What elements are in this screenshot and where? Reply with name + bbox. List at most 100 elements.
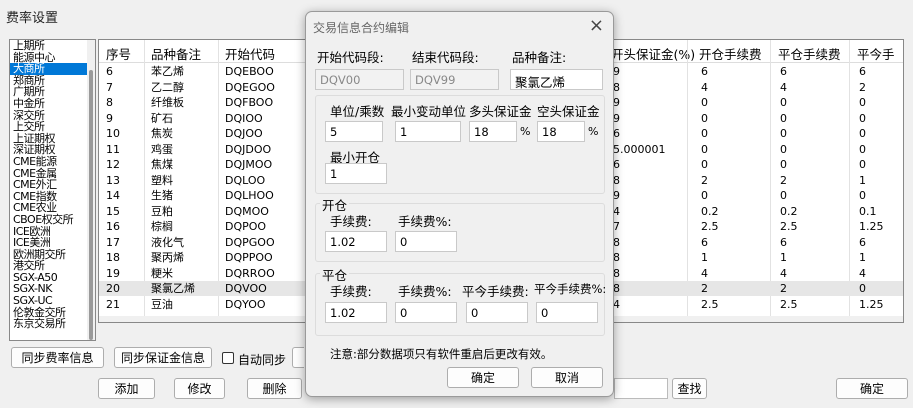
table-cell: 9 (613, 189, 620, 202)
table-cell: 2.5 (701, 220, 719, 233)
unit-field[interactable]: 5 (325, 121, 383, 142)
remark-field[interactable]: 聚氯乙烯 (510, 69, 603, 90)
table-cell: 8 (613, 173, 620, 187)
table-cell: 0 (859, 189, 866, 202)
start-code-field[interactable]: DQV00 (315, 69, 404, 90)
column-header[interactable]: 开仓手续费 (699, 44, 762, 63)
exchange-list-scrollbar[interactable] (87, 40, 95, 340)
table-cell: 4 (613, 297, 620, 311)
open-fee-field[interactable]: 1.02 (325, 231, 387, 252)
table-cell: 6 (613, 158, 620, 171)
column-header[interactable]: 开始代码 (225, 44, 275, 63)
sync-margin-button[interactable]: 同步保证金信息 (114, 347, 212, 368)
table-cell: DQPOO (225, 220, 267, 233)
table-cell: DQEBOO (225, 65, 274, 78)
column-header[interactable]: 平今手 (857, 44, 895, 63)
table-cell: 2.5 (780, 297, 798, 311)
table-cell: 2 (780, 282, 787, 295)
dialog-cancel-button[interactable]: 取消 (531, 367, 603, 388)
table-cell: 2 (859, 80, 866, 94)
table-cell: 0 (780, 158, 787, 171)
table-cell: 0 (859, 96, 866, 109)
modify-button[interactable]: 修改 (174, 378, 225, 399)
open-fee-pct-field[interactable]: 0 (395, 231, 457, 252)
tick-field[interactable]: 1 (395, 121, 461, 142)
open-fee-label: 手续费: (330, 214, 372, 229)
table-cell: 11 (106, 142, 120, 156)
close-icon[interactable]: × (589, 15, 604, 36)
table-cell: DQLHOO (225, 189, 274, 202)
tick-label: 最小变动单位 (391, 104, 467, 119)
exchange-list-item[interactable]: CBOE权交所 (10, 214, 95, 226)
scrollbar-thumb[interactable] (89, 70, 93, 340)
table-cell: 15 (106, 204, 120, 218)
table-cell: 9 (106, 111, 113, 125)
delete-button[interactable]: 删除 (247, 378, 302, 399)
close-fee-pct-field[interactable]: 0 (395, 302, 457, 323)
table-cell: 5.000001 (613, 142, 666, 156)
table-cell: 1.25 (859, 220, 884, 233)
exchange-list-item[interactable]: ICE美洲 (10, 237, 95, 249)
table-cell: 0 (780, 189, 787, 202)
table-cell: 0 (701, 142, 708, 156)
table-cell: 6 (859, 65, 866, 78)
table-cell: 7 (106, 80, 113, 94)
exchange-list-item[interactable]: SGX-UC (10, 295, 95, 307)
table-cell: DQLOO (225, 173, 266, 187)
short-margin-field[interactable]: 18 (537, 121, 585, 142)
add-button[interactable]: 添加 (98, 378, 155, 399)
table-cell: 4 (859, 266, 866, 280)
exchange-list-item[interactable]: 上期所 (10, 40, 95, 52)
exchange-list-item[interactable]: CME能源 (10, 156, 95, 168)
table-cell: 0 (859, 142, 866, 156)
restart-note: 注意:部分数据项只有软件重启后更改有效。 (330, 347, 553, 361)
min-open-field[interactable]: 1 (325, 163, 387, 184)
table-cell: 9 (613, 96, 620, 109)
column-header[interactable]: 平仓手续费 (778, 44, 841, 63)
long-margin-label: 多头保证金 (469, 104, 532, 119)
table-cell: 4 (701, 80, 708, 94)
column-header[interactable]: 品种备注 (151, 44, 201, 63)
table-cell: 20 (106, 282, 120, 295)
table-cell: 6 (780, 235, 787, 249)
end-code-field[interactable]: DQV99 (410, 69, 499, 90)
table-cell: 6 (613, 127, 620, 140)
close-today-fee-pct-field[interactable]: 0 (536, 302, 598, 323)
table-cell: 0 (780, 96, 787, 109)
find-button[interactable]: 查找 (672, 378, 707, 399)
exchange-list-item[interactable]: CME外汇 (10, 179, 95, 191)
table-cell: 塑料 (151, 173, 173, 187)
table-cell: 8 (613, 266, 620, 280)
sync-fee-button[interactable]: 同步费率信息 (11, 347, 104, 368)
close-fee-field[interactable]: 1.02 (325, 302, 387, 323)
percent-sign: % (588, 125, 599, 138)
table-cell: DQIOO (225, 111, 263, 125)
exchange-list-item[interactable]: 东京交易所 (10, 318, 95, 330)
ok-button[interactable]: 确定 (836, 378, 908, 399)
search-input[interactable] (614, 378, 668, 399)
table-cell: 0.2 (701, 204, 719, 218)
exchange-list-item[interactable]: 上交所 (10, 121, 95, 133)
close-today-fee-field[interactable]: 0 (466, 302, 528, 323)
table-cell: 2.5 (780, 220, 798, 233)
table-cell: 0 (859, 127, 866, 140)
table-cell: 1 (780, 251, 787, 264)
table-cell: 1 (859, 251, 866, 264)
auto-sync-checkbox[interactable] (222, 352, 234, 364)
column-header[interactable]: 序号 (106, 44, 131, 63)
long-margin-field[interactable]: 18 (469, 121, 517, 142)
exchange-list-item[interactable]: 中金所 (10, 98, 95, 110)
dialog-ok-button[interactable]: 确定 (447, 367, 519, 388)
table-cell: 0 (780, 111, 787, 125)
column-header[interactable]: 开头保证金(%) (611, 44, 695, 63)
table-cell: 0 (780, 127, 787, 140)
table-cell: 0 (859, 158, 866, 171)
table-cell: 鸡蛋 (151, 142, 173, 156)
percent-sign: % (520, 125, 531, 138)
table-cell: DQPPOO (225, 251, 273, 264)
exchange-list[interactable]: 上期所 能源中心 大商所 郑商所 广期所 中金所 深交所 上交所 上证期权 深证期权 CME能源 CM… (9, 39, 96, 341)
table-cell: 6 (701, 65, 708, 78)
partial-button[interactable] (292, 347, 304, 368)
table-cell: 2 (701, 282, 708, 295)
table-cell: 焦炭 (151, 127, 173, 140)
